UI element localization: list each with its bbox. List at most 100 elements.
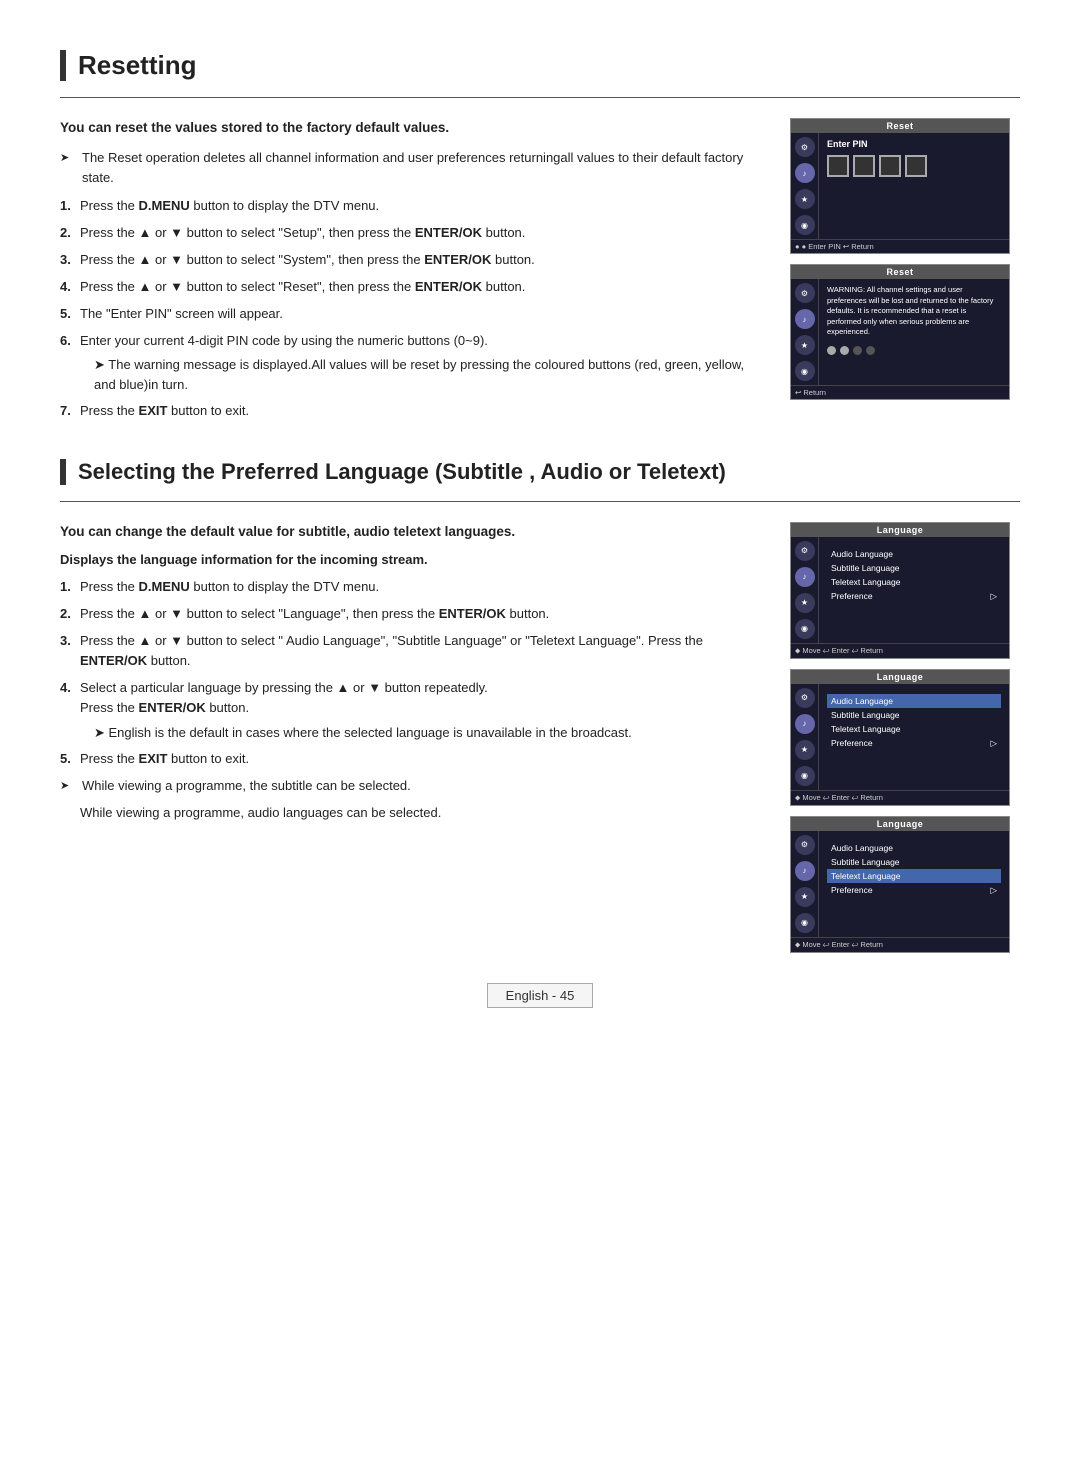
language-screen1-footer: ⬥ Move ↩ Enter ↩ Return: [791, 643, 1009, 658]
dot-dark: [853, 346, 862, 355]
language-step-3: Press the ▲ or ▼ button to select " Audi…: [60, 631, 760, 671]
icon-4: ◉: [795, 215, 815, 235]
language-screen2-body: ⚙ ♪ ★ ◉ Audio Language Subtitle Language…: [791, 684, 1009, 790]
reset-screen1-title: Reset: [791, 119, 1009, 133]
pin-box-4: [905, 155, 927, 177]
dot-grey-1: [827, 346, 836, 355]
resetting-step-4: Press the ▲ or ▼ button to select "Reset…: [60, 277, 760, 297]
pin-box-3: [879, 155, 901, 177]
reset-screen1-body: ⚙ ♪ ★ ◉ Enter PIN: [791, 133, 1009, 239]
language-step-4: Select a particular language by pressing…: [60, 678, 760, 742]
language-screen1-title: Language: [791, 523, 1009, 537]
lang-footer-3: ⬥ Move ↩ Enter ↩ Return: [795, 940, 883, 950]
lang2-icon-4: ◉: [795, 766, 815, 786]
resetting-steps: The Reset operation deletes all channel …: [60, 148, 760, 421]
language-steps: Press the D.MENU button to display the D…: [60, 577, 760, 797]
dot-grey-2: [840, 346, 849, 355]
language-title: Selecting the Preferred Language (Subtit…: [60, 459, 1020, 485]
language-screen2-title: Language: [791, 670, 1009, 684]
language-screen3-content: Audio Language Subtitle Language Teletex…: [819, 831, 1009, 937]
reset-screen-2: Reset ⚙ ♪ ★ ◉ WARNING: All channel setti…: [790, 264, 1010, 400]
dot-dark-2: [866, 346, 875, 355]
menu-audio: Audio Language: [827, 547, 1001, 561]
language-section: Selecting the Preferred Language (Subtit…: [60, 459, 1020, 953]
language-screen-2: Language ⚙ ♪ ★ ◉ Audio Language Subtitle…: [790, 669, 1010, 806]
lang3-icon-1: ⚙: [795, 835, 815, 855]
language-screen2-icons: ⚙ ♪ ★ ◉: [791, 684, 819, 790]
resetting-step-6-sub: ➤ The warning message is displayed.All v…: [80, 355, 760, 394]
page-number-label: English - 45: [506, 988, 575, 1003]
language-bullet-1: While viewing a programme, the subtitle …: [60, 776, 760, 796]
icon-s2-3: ★: [795, 335, 815, 355]
section-divider: [60, 97, 1020, 98]
lang3-icon-4: ◉: [795, 913, 815, 933]
language-step-4-sub: ➤ English is the default in cases where …: [80, 723, 760, 743]
menu3-subtitle: Subtitle Language: [827, 855, 1001, 869]
reset-screen-1: Reset ⚙ ♪ ★ ◉ Enter PIN: [790, 118, 1010, 254]
language-screen3-title: Language: [791, 817, 1009, 831]
enter-pin-label: Enter PIN: [827, 139, 1001, 149]
language-intro: You can change the default value for sub…: [60, 522, 760, 542]
resetting-step-1: Press the D.MENU button to display the D…: [60, 196, 760, 216]
menu2-teletext: Teletext Language: [827, 722, 1001, 736]
warning-text: WARNING: All channel settings and user p…: [827, 285, 1001, 338]
language-screen2-content: Audio Language Subtitle Language Teletex…: [819, 684, 1009, 790]
language-screens-col: Language ⚙ ♪ ★ ◉ Audio Language Subtitle…: [790, 522, 1020, 953]
language-menu-3: Audio Language Subtitle Language Teletex…: [827, 837, 1001, 902]
reset-screen2-body: ⚙ ♪ ★ ◉ WARNING: All channel settings an…: [791, 279, 1009, 385]
resetting-layout: You can reset the values stored to the f…: [60, 118, 1020, 429]
reset-screen1-content: Enter PIN: [819, 133, 1009, 239]
icon-s2-2: ♪: [795, 309, 815, 329]
reset-screen1-icons: ⚙ ♪ ★ ◉: [791, 133, 819, 239]
language-screen1-body: ⚙ ♪ ★ ◉ Audio Language Subtitle Language…: [791, 537, 1009, 643]
icon-1: ⚙: [795, 137, 815, 157]
language-screen3-icons: ⚙ ♪ ★ ◉: [791, 831, 819, 937]
language-screen3-footer: ⬥ Move ↩ Enter ↩ Return: [791, 937, 1009, 952]
lang2-icon-3: ★: [795, 740, 815, 760]
lang-footer-2: ⬥ Move ↩ Enter ↩ Return: [795, 793, 883, 803]
resetting-step-5: The "Enter PIN" screen will appear.: [60, 304, 760, 324]
language-screen2-footer: ⬥ Move ↩ Enter ↩ Return: [791, 790, 1009, 805]
pin-boxes: [827, 155, 1001, 177]
reset-screen2-footer-text: ↩ Return: [795, 388, 826, 397]
lang-icon-4: ◉: [795, 619, 815, 639]
menu3-preference: Preference▷: [827, 883, 1001, 898]
menu3-teletext: Teletext Language: [827, 869, 1001, 883]
lang2-icon-1: ⚙: [795, 688, 815, 708]
icon-s2-1: ⚙: [795, 283, 815, 303]
menu2-subtitle: Subtitle Language: [827, 708, 1001, 722]
resetting-title: Resetting: [60, 50, 1020, 81]
resetting-screens-col: Reset ⚙ ♪ ★ ◉ Enter PIN: [790, 118, 1020, 429]
icon-3: ★: [795, 189, 815, 209]
page-number-box: English - 45: [487, 983, 594, 1008]
page-footer: English - 45: [60, 983, 1020, 1008]
pin-box-1: [827, 155, 849, 177]
lang-icon-2: ♪: [795, 567, 815, 587]
resetting-step-7: Press the EXIT button to exit.: [60, 401, 760, 421]
language-displays-note: Displays the language information for th…: [60, 552, 760, 567]
lang-footer-1: ⬥ Move ↩ Enter ↩ Return: [795, 646, 883, 656]
menu3-audio: Audio Language: [827, 841, 1001, 855]
resetting-step-3: Press the ▲ or ▼ button to select "Syste…: [60, 250, 760, 270]
icon-s2-4: ◉: [795, 361, 815, 381]
lang-icon-1: ⚙: [795, 541, 815, 561]
resetting-bullet-1: The Reset operation deletes all channel …: [60, 148, 760, 188]
icon-2: ♪: [795, 163, 815, 183]
menu2-preference: Preference▷: [827, 736, 1001, 751]
reset-screen2-icons: ⚙ ♪ ★ ◉: [791, 279, 819, 385]
menu-preference: Preference▷: [827, 589, 1001, 604]
reset-screen2-content: WARNING: All channel settings and user p…: [819, 279, 1009, 385]
reset-screen1-footer: ● ● Enter PIN ↩ Return: [791, 239, 1009, 253]
menu-subtitle: Subtitle Language: [827, 561, 1001, 575]
lang2-icon-2: ♪: [795, 714, 815, 734]
language-screen-1: Language ⚙ ♪ ★ ◉ Audio Language Subtitle…: [790, 522, 1010, 659]
language-screen1-content: Audio Language Subtitle Language Teletex…: [819, 537, 1009, 643]
language-text-col: You can change the default value for sub…: [60, 522, 760, 953]
lang-icon-3: ★: [795, 593, 815, 613]
lang3-icon-3: ★: [795, 887, 815, 907]
menu2-audio: Audio Language: [827, 694, 1001, 708]
resetting-intro: You can reset the values stored to the f…: [60, 118, 760, 138]
language-layout: You can change the default value for sub…: [60, 522, 1020, 953]
color-dots: [827, 346, 1001, 355]
language-bullet1-sub: While viewing a programme, audio languag…: [60, 803, 760, 823]
